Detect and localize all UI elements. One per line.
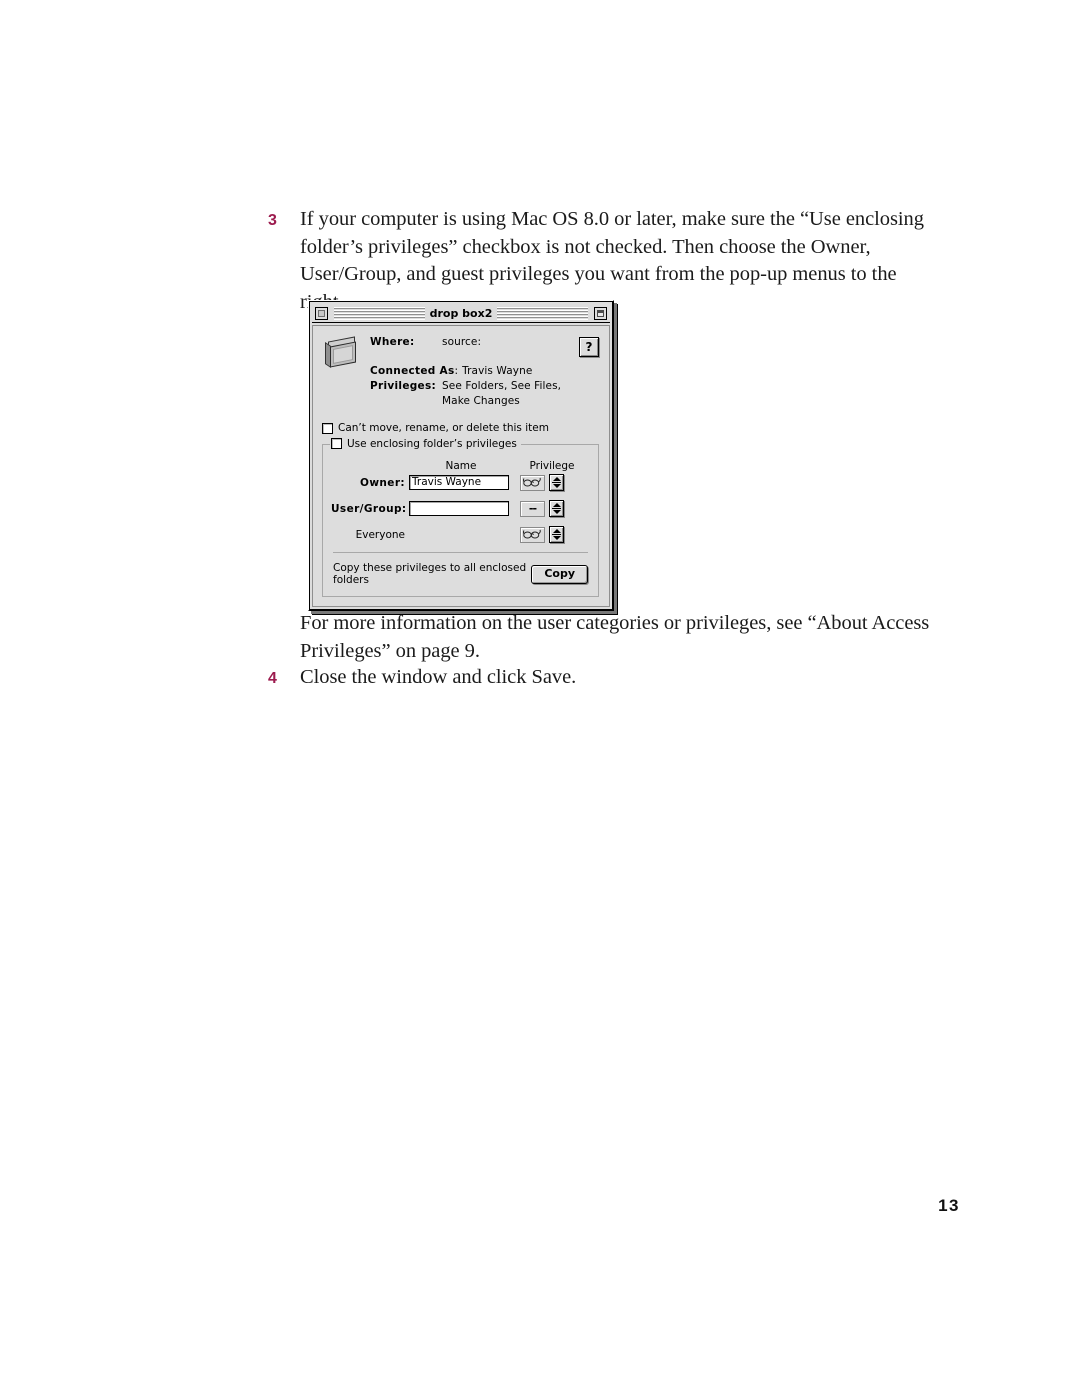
step-4: 4 Close the window and click Save. (268, 664, 933, 692)
collapse-box-icon[interactable] (594, 306, 607, 320)
use-enclosing-checkbox-row[interactable]: Use enclosing folder’s privileges (331, 437, 521, 450)
glasses-icon (523, 529, 541, 539)
help-button[interactable]: ? (579, 337, 599, 357)
column-header-name: Name (445, 460, 477, 472)
dashes-icon: -- (528, 501, 537, 515)
step-4-text: Close the window and click Save. (300, 666, 577, 688)
everyone-privilege-value[interactable] (520, 526, 545, 543)
owner-privilege-stepper[interactable] (549, 474, 564, 491)
window-frame: drop box2 Where: source: Connected As: … (309, 301, 613, 610)
glasses-icon (523, 477, 541, 487)
connected-as-value: Travis Wayne (462, 365, 533, 377)
user-group-privilege-stepper[interactable] (549, 500, 564, 517)
where-value: source: (442, 336, 482, 348)
folder-icon (324, 336, 364, 375)
user-group-privilege-value[interactable]: -- (520, 500, 545, 517)
privileges-groupbox: Use enclosing folder’s privileges Name P… (322, 437, 599, 597)
connected-as-label: Connected As (370, 365, 455, 377)
user-group-row: User/Group: -- (331, 500, 590, 517)
owner-privilege-value[interactable] (520, 474, 545, 491)
lock-item-checkbox[interactable] (322, 422, 333, 434)
close-box-icon[interactable] (315, 306, 328, 320)
privileges-value: See Folders, See Files, Make Changes (442, 380, 562, 407)
item-info-row: Where: source: Connected As : Travis Way… (322, 335, 599, 409)
groupbox-divider (333, 552, 588, 553)
step-3-number: 3 (268, 212, 277, 229)
column-header-privilege: Privilege (529, 460, 575, 472)
owner-label: Owner: (360, 476, 405, 489)
item-info-text: Where: source: Connected As : Travis Way… (364, 335, 579, 409)
use-enclosing-checkbox[interactable] (331, 438, 342, 449)
page-number: 13 (938, 1196, 960, 1215)
user-group-label: User/Group: (331, 502, 407, 515)
column-headers: Name Privilege (331, 460, 590, 472)
connected-as-row: Connected As : Travis Wayne (370, 364, 579, 379)
owner-row: Owner: Travis Wayne (331, 474, 590, 491)
copy-button[interactable]: Copy (531, 564, 588, 584)
document-page: 3 If your computer is using Mac OS 8.0 o… (0, 0, 1080, 1397)
user-group-privilege-menu[interactable]: -- (520, 500, 564, 517)
everyone-privilege-menu[interactable] (520, 526, 564, 543)
copy-privileges-label: Copy these privileges to all enclosed fo… (333, 562, 527, 586)
where-label: Where: (370, 336, 415, 348)
where-row: Where: source: (370, 335, 579, 350)
window-title-text: drop box2 (424, 306, 498, 320)
owner-name-input[interactable]: Travis Wayne (409, 475, 509, 490)
privileges-label: Privileges: (370, 380, 437, 392)
step-4-number: 4 (268, 670, 277, 687)
groupbox-top-left-rule (322, 444, 330, 445)
lock-item-checkbox-row[interactable]: Can’t move, rename, or delete this item (322, 422, 599, 434)
drop-box2-window[interactable]: drop box2 Where: source: Connected As: … (308, 300, 614, 611)
user-group-name-input[interactable] (409, 501, 509, 516)
privileges-row: Privileges: See Folders, See Files, Make… (370, 379, 579, 409)
cross-reference-note: For more information on the user categor… (300, 612, 930, 662)
copy-privileges-row: Copy these privileges to all enclosed fo… (331, 562, 590, 588)
window-content: Where: source: Connected As : Travis Way… (312, 325, 610, 607)
window-titlebar[interactable]: drop box2 (312, 304, 610, 323)
lock-item-label: Can’t move, rename, or delete this item (338, 422, 549, 434)
owner-privilege-menu[interactable] (520, 474, 564, 491)
everyone-row: Everyone (331, 526, 590, 543)
everyone-privilege-stepper[interactable] (549, 526, 564, 543)
window-title: drop box2 (312, 304, 610, 323)
everyone-label: Everyone (355, 528, 405, 541)
use-enclosing-label: Use enclosing folder’s privileges (347, 437, 517, 450)
